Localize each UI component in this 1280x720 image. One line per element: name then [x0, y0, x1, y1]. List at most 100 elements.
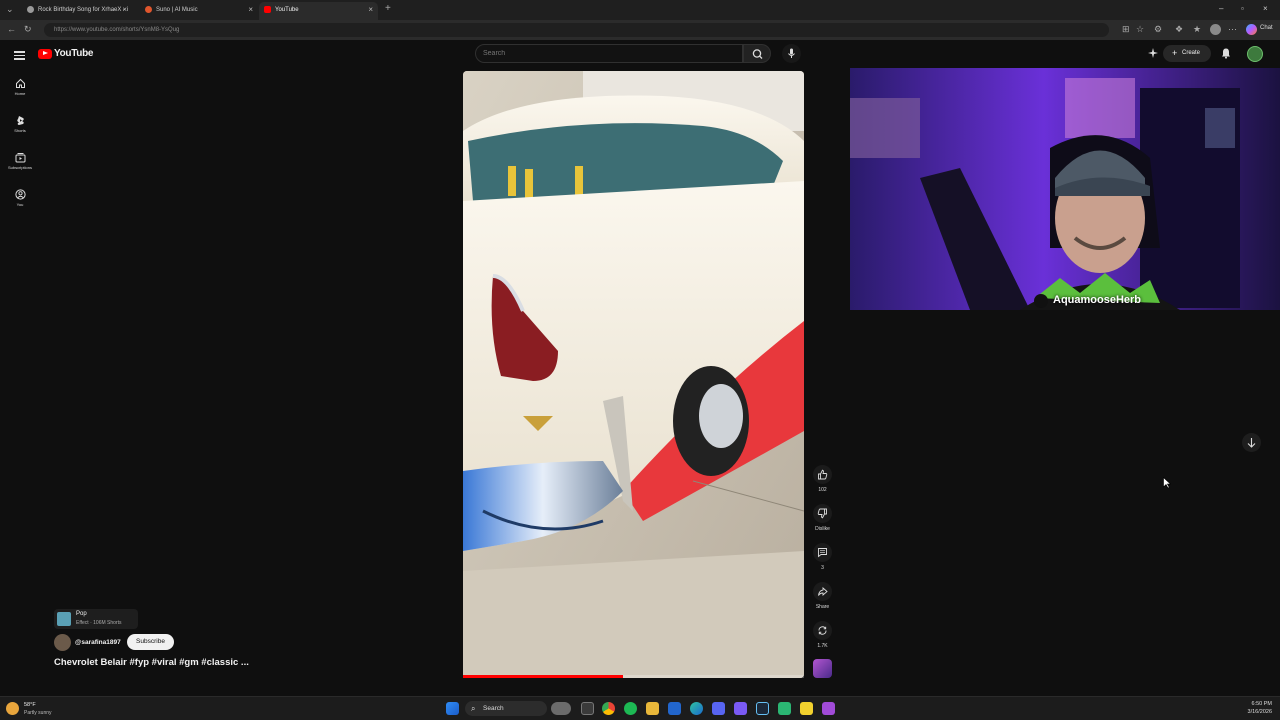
- microphone-icon: [788, 48, 795, 58]
- favorite-star-icon[interactable]: ☆: [1136, 24, 1144, 35]
- effect-name: Pop: [76, 611, 87, 617]
- short-video-player[interactable]: [463, 71, 804, 678]
- app-icon-yellow[interactable]: [800, 702, 813, 715]
- spotify-icon[interactable]: [624, 702, 637, 715]
- widgets-icon[interactable]: [551, 702, 571, 715]
- voice-search-button[interactable]: [782, 44, 801, 63]
- taskbar-clock[interactable]: 6:50 PM 3/16/2026: [1226, 700, 1272, 716]
- share-label: Share: [815, 604, 830, 610]
- app-icon-purple[interactable]: [822, 702, 835, 715]
- minimize-icon[interactable]: –: [1219, 4, 1223, 13]
- close-icon[interactable]: ×: [248, 2, 253, 18]
- url-text: https://www.youtube.com/shorts/YsnM8-YsQ…: [54, 27, 180, 33]
- sidebar-item-label: Home: [14, 91, 26, 96]
- app-grid-icon[interactable]: [734, 702, 747, 715]
- arrow-down-icon: [1247, 438, 1256, 448]
- app-icon-green[interactable]: [778, 702, 791, 715]
- streamer-name: AquamooseHerb: [1053, 294, 1142, 306]
- chat-label[interactable]: Chat: [1260, 25, 1273, 31]
- edge-icon[interactable]: [690, 702, 703, 715]
- close-icon[interactable]: ×: [368, 2, 373, 18]
- video-progress-bar[interactable]: [463, 675, 804, 678]
- sidebar-item-shorts[interactable]: Shorts: [0, 115, 40, 133]
- logo-text: YouTube: [54, 48, 94, 59]
- tab-actions-icon[interactable]: ⌄: [6, 4, 14, 15]
- like-button[interactable]: 102: [813, 465, 832, 493]
- partly-sunny-icon: [6, 702, 19, 715]
- remix-button[interactable]: 1.7K: [813, 621, 832, 649]
- plus-icon: +: [1172, 48, 1178, 58]
- channel-avatar: [54, 634, 71, 651]
- app-icon[interactable]: [668, 702, 681, 715]
- window-close-icon[interactable]: ×: [1263, 4, 1268, 13]
- search-input[interactable]: [475, 44, 743, 63]
- back-icon[interactable]: ←: [7, 24, 16, 34]
- browser-tabstrip: ⌄ Rock Birthday Song for XrhaeX - i × Su…: [0, 0, 1280, 20]
- discord-icon[interactable]: [712, 702, 725, 715]
- search-bar: [475, 44, 771, 63]
- share-button[interactable]: Share: [813, 582, 832, 610]
- taskbar-search-label: Search: [483, 705, 504, 712]
- tab-youtube[interactable]: YouTube ×: [259, 2, 378, 20]
- sidebar-item-you[interactable]: You: [0, 189, 40, 207]
- maximize-icon[interactable]: ▫: [1241, 4, 1244, 13]
- taskbar-search[interactable]: ⌕ Search: [465, 701, 547, 716]
- tab-title: YouTube: [275, 7, 299, 13]
- tab-title: Suno | AI Music: [156, 7, 198, 13]
- search-button[interactable]: [743, 44, 771, 63]
- collections-icon[interactable]: ❖: [1175, 24, 1183, 35]
- channel-name: @sarafina1897: [75, 639, 121, 646]
- subscriptions-icon: [15, 153, 25, 163]
- chrome-icon[interactable]: [602, 702, 615, 715]
- you-icon: [14, 189, 26, 200]
- windows-taskbar: 58°F Partly sunny ⌕ Search 6:50 PM 3/16/…: [0, 696, 1280, 720]
- browser-toolbar: ← ↻ https://www.youtube.com/shorts/YsnM8…: [0, 20, 1280, 40]
- effect-chip[interactable]: Pop Effect · 106M Shorts: [54, 609, 138, 629]
- profile-avatar[interactable]: [1210, 24, 1221, 35]
- youtube-logo[interactable]: YouTube: [38, 48, 94, 59]
- steam-icon[interactable]: [756, 702, 769, 715]
- account-avatar[interactable]: [1247, 46, 1263, 62]
- tiktok-icon: [1034, 294, 1048, 308]
- search-icon: [752, 49, 763, 59]
- create-button[interactable]: + Create: [1163, 45, 1211, 62]
- close-icon[interactable]: ×: [122, 2, 127, 18]
- tab-rock-birthday[interactable]: Rock Birthday Song for XrhaeX - i ×: [22, 2, 132, 20]
- effect-subtitle: Effect · 106M Shorts: [76, 620, 122, 626]
- sidebar-item-label: Shorts: [14, 128, 26, 133]
- dislike-button[interactable]: Dislike: [813, 504, 832, 532]
- subscribe-button[interactable]: Subscribe: [127, 634, 174, 650]
- sidebar-item-label: Subscriptions: [7, 165, 32, 170]
- extensions-icon[interactable]: ⚙: [1154, 24, 1162, 35]
- refresh-icon[interactable]: ↻: [24, 24, 32, 35]
- menu-icon[interactable]: [14, 49, 25, 62]
- temperature: 58°F: [24, 702, 36, 708]
- new-tab-icon[interactable]: +: [385, 3, 391, 14]
- tab-title: Rock Birthday Song for XrhaeX - i: [38, 7, 129, 13]
- copilot-icon[interactable]: [1246, 24, 1257, 35]
- suno-favicon-icon: [145, 6, 152, 13]
- next-short-button[interactable]: [1242, 433, 1261, 452]
- video-progress-fill: [463, 675, 624, 678]
- task-view-icon[interactable]: [581, 702, 594, 715]
- home-icon: [15, 78, 25, 88]
- app-available-icon[interactable]: ⊞: [1122, 24, 1130, 35]
- shorts-icon: [16, 116, 24, 125]
- sparkle-icon[interactable]: [1147, 47, 1159, 59]
- mouse-cursor-icon: [1163, 477, 1171, 489]
- sidebar-item-subscriptions[interactable]: Subscriptions: [0, 152, 40, 170]
- tab-suno[interactable]: Suno | AI Music ×: [140, 2, 258, 20]
- favorites-icon[interactable]: ★: [1193, 24, 1201, 35]
- windows-start-icon[interactable]: [446, 702, 459, 715]
- address-bar[interactable]: https://www.youtube.com/shorts/YsnM8-YsQ…: [44, 23, 1109, 37]
- notifications-bell-icon[interactable]: [1220, 47, 1232, 59]
- search-icon: ⌕: [471, 704, 476, 713]
- sound-thumbnail[interactable]: [813, 659, 832, 678]
- weather-condition: Partly sunny: [24, 710, 52, 716]
- short-title[interactable]: Chevrolet Belair #fyp #viral #gm #classi…: [54, 657, 249, 668]
- sidebar-item-home[interactable]: Home: [0, 78, 40, 96]
- file-explorer-icon[interactable]: [646, 702, 659, 715]
- comments-button[interactable]: 3: [813, 543, 832, 571]
- more-options-icon[interactable]: ⋯: [1228, 24, 1237, 35]
- webcam-frame: [850, 68, 1280, 310]
